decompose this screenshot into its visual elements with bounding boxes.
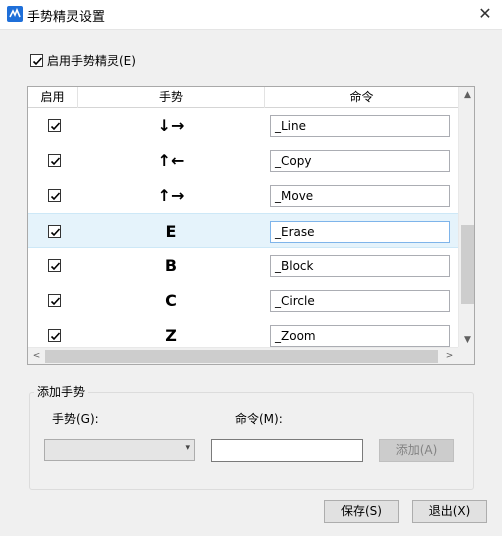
checkmark-icon <box>50 122 61 131</box>
gesture-cell: ↓→ <box>157 116 185 135</box>
save-button[interactable]: 保存(S) <box>324 500 399 523</box>
vertical-scroll-thumb[interactable] <box>461 225 474 304</box>
row-enable-checkbox[interactable] <box>48 154 61 167</box>
row-enable-checkbox[interactable] <box>48 259 61 272</box>
scrollbar-corner <box>458 347 474 364</box>
command-field[interactable]: _Line <box>270 115 450 137</box>
close-icon: ✕ <box>478 4 492 23</box>
table-header: 启用 手势 命令 <box>28 87 458 108</box>
checkmark-icon <box>50 262 61 271</box>
command-field[interactable]: _Erase <box>270 221 450 243</box>
gesture-cell: B <box>164 256 178 275</box>
table-row[interactable]: ↑→ _Move <box>28 178 458 213</box>
table-row[interactable]: ↑← _Copy <box>28 143 458 178</box>
enable-gesture-sprite-label: 启用手势精灵(E) <box>47 54 136 68</box>
row-enable-checkbox[interactable] <box>48 329 61 342</box>
header-enable[interactable]: 启用 <box>28 87 78 108</box>
gesture-cell: ↑← <box>157 151 185 170</box>
add-gesture-group-title: 添加手势 <box>34 383 89 400</box>
chevron-down-icon: ▾ <box>185 443 190 453</box>
command-field[interactable]: _Circle <box>270 290 450 312</box>
scroll-up-icon[interactable]: ▲ <box>459 87 474 104</box>
checkmark-icon <box>50 192 61 201</box>
horizontal-scroll-thumb[interactable] <box>45 350 438 363</box>
header-command[interactable]: 命令 <box>265 87 458 108</box>
title-bar: 手势精灵设置 ✕ <box>0 0 502 30</box>
command-field[interactable]: _Zoom <box>270 325 450 347</box>
gesture-cell: C <box>165 291 177 310</box>
app-icon <box>7 6 23 22</box>
close-button[interactable]: ✕ <box>468 0 502 30</box>
table-row[interactable]: ↓→ _Line <box>28 108 458 143</box>
table-row-selected[interactable]: E _Erase <box>28 213 458 248</box>
checkmark-icon <box>50 157 61 166</box>
command-label: 命令(M): <box>235 412 283 426</box>
add-button[interactable]: 添加(A) <box>379 439 454 462</box>
gesture-cell: ↑→ <box>157 186 185 205</box>
scroll-right-icon[interactable]: > <box>441 348 458 364</box>
row-enable-checkbox[interactable] <box>48 189 61 202</box>
gesture-table: 启用 手势 命令 ↓→ _Line ↑← _Copy ↑→ _Move E _E… <box>27 86 475 365</box>
table-row[interactable]: C _Circle <box>28 283 458 318</box>
horizontal-scrollbar[interactable]: < > <box>28 347 458 364</box>
scroll-left-icon[interactable]: < <box>28 348 45 364</box>
vertical-scrollbar[interactable]: ▲ ▼ <box>458 87 474 349</box>
command-field[interactable]: _Copy <box>270 150 450 172</box>
gesture-cell: E <box>165 222 177 241</box>
command-field[interactable]: _Move <box>270 185 450 207</box>
checkmark-icon <box>50 297 61 306</box>
window-title: 手势精灵设置 <box>27 10 106 25</box>
command-input[interactable] <box>211 439 363 462</box>
header-gesture[interactable]: 手势 <box>78 87 265 108</box>
gesture-select[interactable]: ▾ <box>44 439 195 461</box>
exit-button[interactable]: 退出(X) <box>412 500 487 523</box>
gesture-label: 手势(G): <box>52 412 99 426</box>
checkmark-icon <box>50 332 61 341</box>
checkmark-icon <box>50 228 61 237</box>
checkbox-enable-all[interactable] <box>30 54 43 67</box>
row-enable-checkbox[interactable] <box>48 119 61 132</box>
command-field[interactable]: _Block <box>270 255 450 277</box>
row-enable-checkbox[interactable] <box>48 294 61 307</box>
row-enable-checkbox[interactable] <box>48 225 61 238</box>
table-row[interactable]: B _Block <box>28 248 458 283</box>
checkmark-icon <box>32 57 43 66</box>
